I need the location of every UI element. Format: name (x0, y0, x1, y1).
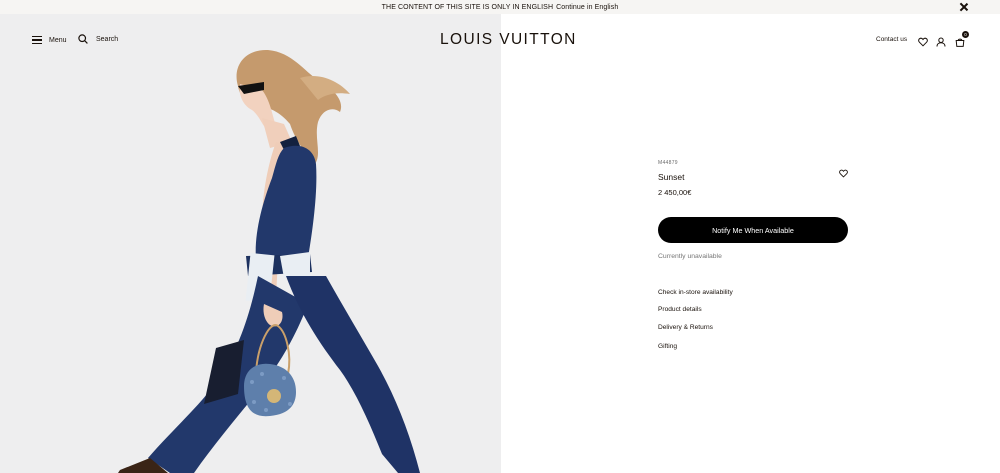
notify-me-button[interactable]: Notify Me When Available (658, 217, 848, 243)
contact-us-link[interactable]: Contact us (876, 36, 907, 43)
heart-icon (839, 169, 848, 178)
continue-in-english-link[interactable]: Continue in English (556, 4, 618, 11)
user-icon (936, 37, 946, 47)
close-icon[interactable] (958, 1, 970, 13)
wishlist-button[interactable] (918, 34, 928, 52)
language-banner-message: THE CONTENT OF THIS SITE IS ONLY IN ENGL… (381, 3, 554, 11)
check-in-store-link[interactable]: Check in-store availability (658, 289, 733, 296)
menu-label: Menu (49, 36, 67, 44)
delivery-returns-link[interactable]: Delivery & Returns (658, 324, 713, 331)
bag-count-badge: 0 (962, 31, 969, 38)
menu-button[interactable]: Menu (32, 36, 67, 44)
shopping-bag-button[interactable]: 0 (955, 31, 969, 52)
product-name: Sunset (658, 172, 685, 182)
account-button[interactable] (936, 34, 946, 52)
shopping-bag-icon (955, 38, 965, 47)
search-label: Search (96, 35, 119, 43)
availability-status: Currently unavailable (658, 253, 722, 260)
hamburger-icon (32, 36, 42, 44)
product-panel: M44879 Sunset 2 450,00€ Notify Me When A… (658, 160, 850, 350)
search-button[interactable]: Search (78, 34, 118, 44)
brand-logo[interactable]: LOUIS VUITTON (440, 31, 575, 49)
product-details-link[interactable]: Product details (658, 306, 702, 313)
gifting-link[interactable]: Gifting (658, 343, 677, 350)
product-hero-image (0, 14, 501, 473)
language-banner: THE CONTENT OF THIS SITE IS ONLY IN ENGL… (0, 0, 1000, 14)
product-price: 2 450,00€ (658, 188, 692, 197)
model-illustration (118, 49, 420, 473)
search-icon (78, 34, 88, 44)
product-sku: M44879 (658, 160, 678, 166)
product-wishlist-button[interactable] (839, 165, 848, 183)
heart-icon (918, 37, 928, 47)
